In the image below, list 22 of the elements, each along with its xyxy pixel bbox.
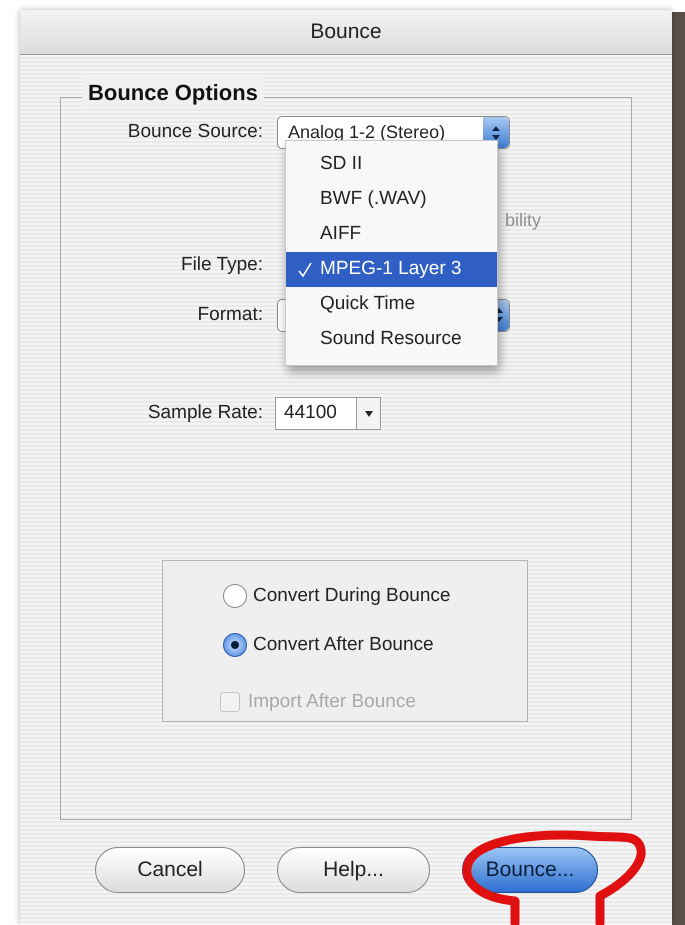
window-title: Bounce bbox=[310, 19, 382, 46]
field-label: File Type: bbox=[180, 252, 264, 277]
menu-item[interactable]: Quick Time bbox=[286, 287, 497, 322]
dialog-button[interactable]: Help... bbox=[277, 847, 430, 893]
dialog-button[interactable]: Bounce... bbox=[462, 847, 598, 893]
updown-arrows-icon bbox=[491, 124, 501, 142]
menu-item[interactable]: SD II bbox=[286, 147, 497, 182]
menu-item[interactable]: BWF (.WAV) bbox=[286, 182, 497, 217]
menu-item[interactable]: Sound Resource bbox=[286, 322, 497, 357]
dialog-button[interactable]: Cancel bbox=[95, 847, 245, 893]
field-label: Bounce Source: bbox=[126, 120, 264, 144]
radio-button[interactable]: Convert After Bounce bbox=[223, 630, 527, 660]
option-label: bility bbox=[505, 208, 542, 232]
radio-button[interactable]: Convert During Bounce bbox=[223, 581, 527, 611]
field-label: Format: bbox=[196, 302, 264, 327]
check-icon bbox=[298, 262, 312, 278]
sample-rate-combo[interactable]: 44100 bbox=[275, 397, 381, 430]
menu-item[interactable]: AIFF bbox=[286, 217, 497, 252]
dropdown-arrow-icon bbox=[364, 410, 372, 416]
field-label: Sample Rate: bbox=[146, 401, 264, 426]
menu-item[interactable]: MPEG-1 Layer 3 bbox=[286, 252, 497, 287]
group-title: Bounce Options bbox=[82, 76, 264, 109]
